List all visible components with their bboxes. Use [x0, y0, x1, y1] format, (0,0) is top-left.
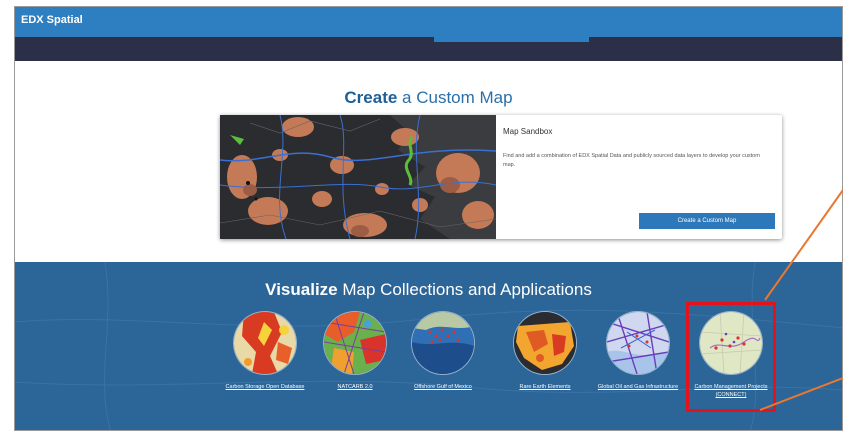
offshore-gulf-map-thumbnail[interactable] [412, 312, 474, 374]
visualize-title-bold: Visualize [265, 280, 338, 299]
collection-offshore-gulf[interactable]: Offshore Gulf of Mexico [398, 312, 488, 391]
collection-label[interactable]: Rare Earth Elements [500, 383, 590, 391]
create-section-title: Create a Custom Map [15, 88, 842, 108]
app-title[interactable]: EDX Spatial [21, 14, 83, 26]
collection-natcarb[interactable]: NATCARB 2.0 [310, 312, 400, 391]
card-title: Map Sandbox [503, 127, 553, 136]
collection-label[interactable]: Carbon Storage Open Database [220, 383, 310, 391]
card-description: Find and add a combination of EDX Spatia… [503, 153, 760, 168]
header-bar: EDX Spatial [15, 7, 842, 37]
collection-label[interactable]: Global Oil and Gas Infrastructure [593, 383, 683, 391]
collection-global-oil-gas[interactable]: Global Oil and Gas Infrastructure [593, 312, 683, 391]
create-section: Create a Custom Map Map Sandbox Find and… [15, 61, 842, 262]
carbon-management-map-thumbnail[interactable] [700, 312, 762, 374]
collection-carbon-storage[interactable]: Carbon Storage Open Database [220, 312, 310, 391]
global-oil-gas-map-thumbnail[interactable] [607, 312, 669, 374]
visualize-title-rest: Map Collections and Applications [337, 280, 592, 299]
collection-carbon-management[interactable]: Carbon Management Projects (CONNECT) [686, 312, 776, 399]
visualize-section-title: Visualize Map Collections and Applicatio… [15, 280, 842, 300]
rare-earth-map-thumbnail[interactable] [514, 312, 576, 374]
collection-label[interactable]: Carbon Management Projects (CONNECT) [686, 383, 776, 399]
carbon-storage-map-thumbnail[interactable] [234, 312, 296, 374]
app-window: EDX Spatial Create a Custom Map Map Sand… [14, 6, 843, 431]
collection-rare-earth[interactable]: Rare Earth Elements [500, 312, 590, 391]
create-title-rest: a Custom Map [397, 88, 513, 107]
natcarb-map-thumbnail[interactable] [324, 312, 386, 374]
collection-label[interactable]: NATCARB 2.0 [310, 383, 400, 391]
create-title-bold: Create [344, 88, 398, 107]
map-sandbox-thumbnail[interactable] [220, 115, 496, 239]
visualize-section: Visualize Map Collections and Applicatio… [15, 262, 842, 430]
collection-label[interactable]: Offshore Gulf of Mexico [398, 383, 488, 391]
navigation-bar [15, 37, 842, 61]
map-sandbox-card: Map Sandbox Find and add a combination o… [220, 115, 782, 239]
active-tab-indicator [434, 37, 589, 42]
create-custom-map-button[interactable]: Create a Custom Map [639, 213, 775, 229]
